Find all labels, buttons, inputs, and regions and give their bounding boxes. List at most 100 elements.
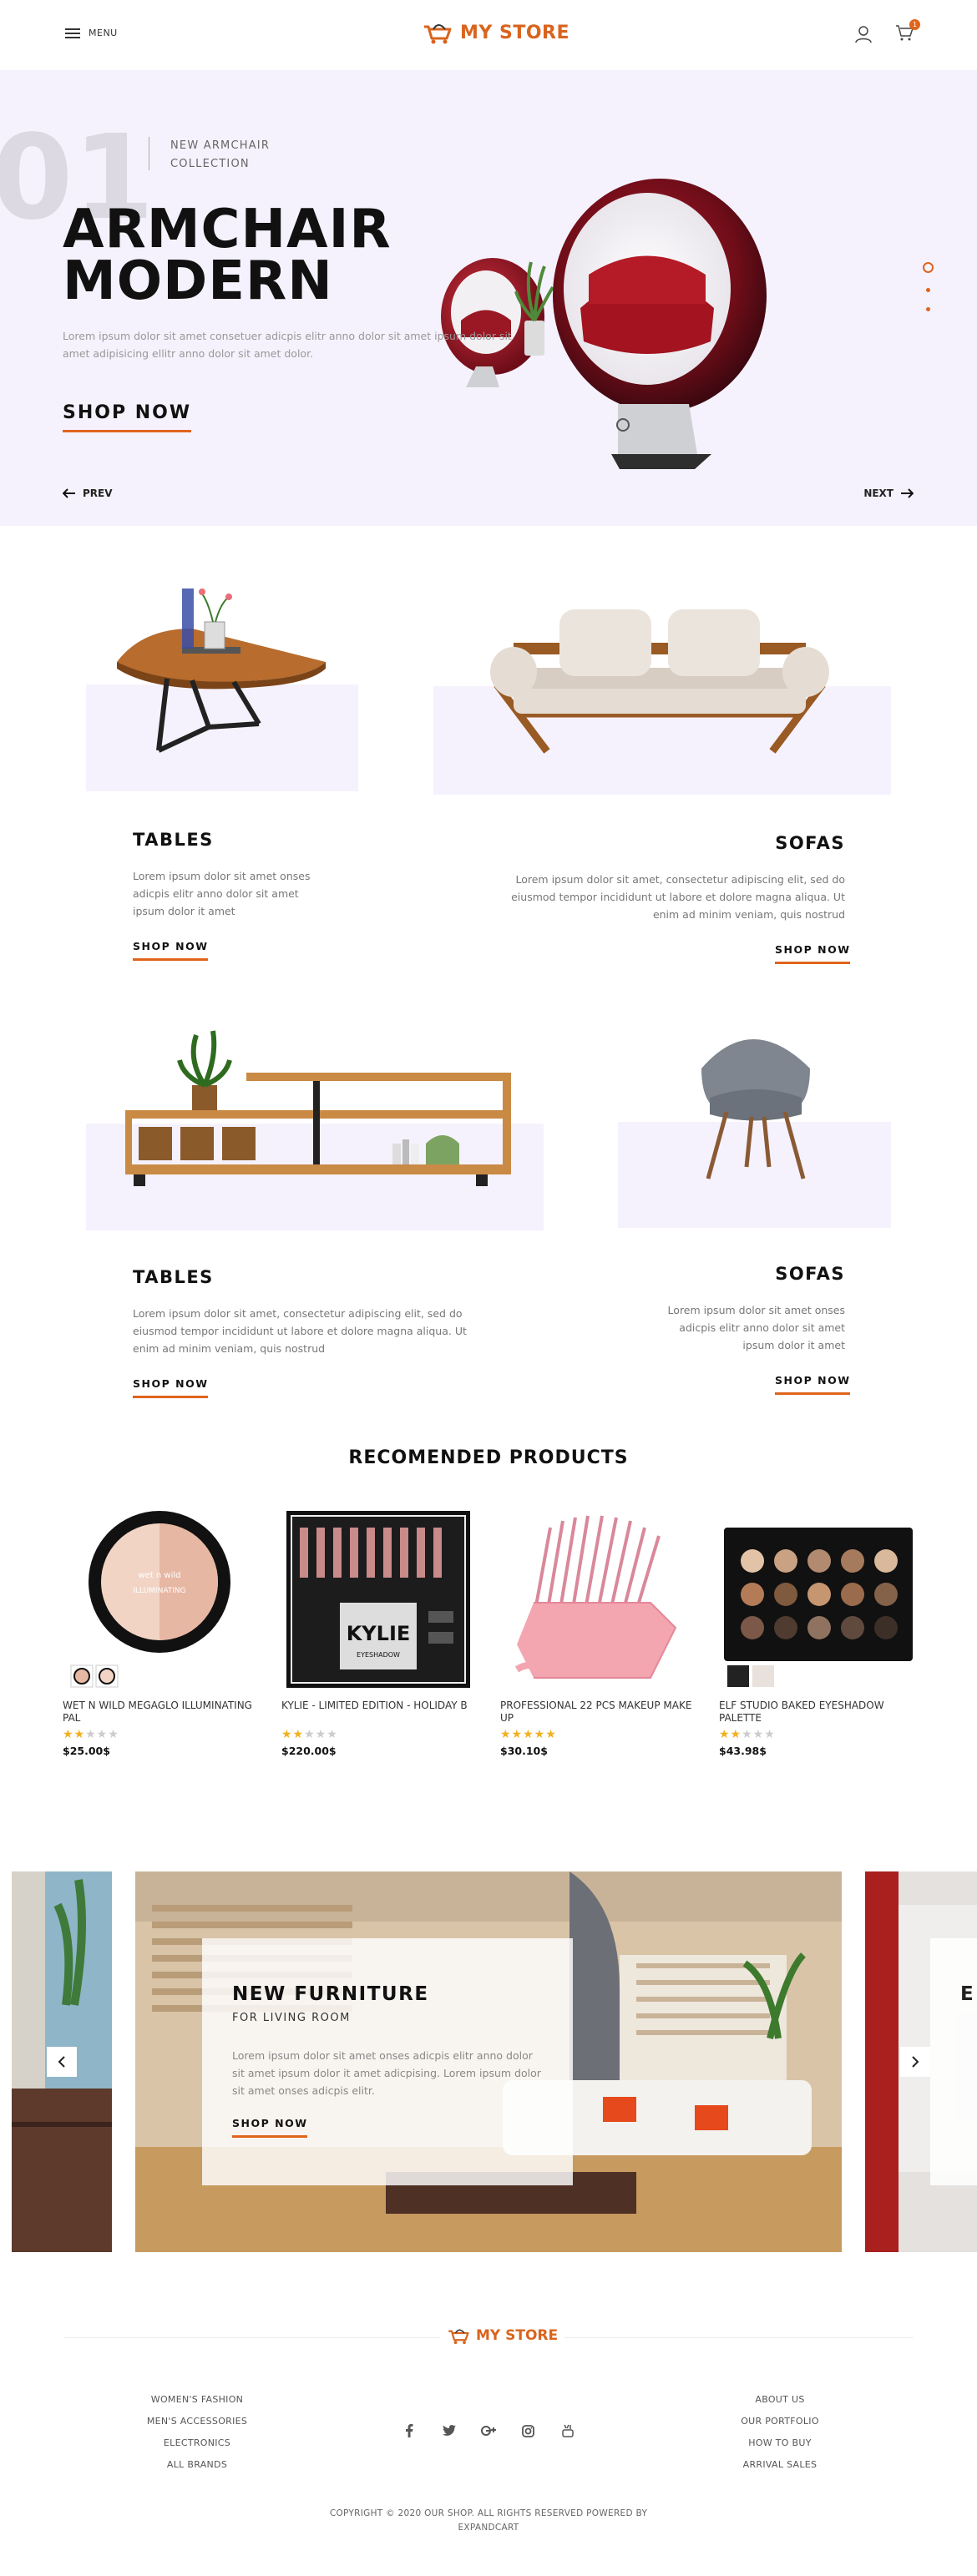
rating-stars: ★★★★★ bbox=[500, 1728, 557, 1741]
cart-logo-icon bbox=[448, 2329, 469, 2345]
rating-stars: ★★★★★ bbox=[63, 1728, 119, 1741]
social-links bbox=[401, 2422, 576, 2439]
product-price: $25.00$ bbox=[63, 1745, 110, 1757]
prev-label: PREV bbox=[83, 487, 113, 499]
product-card[interactable]: ELF STUDIO BAKED EYESHADOW PALETTE ★★★★★… bbox=[719, 1494, 913, 1757]
product-price: $43.98$ bbox=[719, 1745, 767, 1757]
product-image[interactable]: KYLIE EYESHADOW bbox=[281, 1494, 475, 1695]
copyright-line1: COPYRIGHT © 2020 OUR SHOP. ALL RIGHTS RE… bbox=[329, 2508, 648, 2518]
footer-link[interactable]: ABOUT US bbox=[696, 2389, 863, 2411]
cart-logo-icon bbox=[424, 24, 452, 44]
hero-next-button[interactable]: NEXT bbox=[863, 487, 914, 499]
rating-stars: ★★★★★ bbox=[281, 1728, 338, 1741]
slider-dot-1[interactable] bbox=[923, 262, 934, 273]
google-plus-icon[interactable] bbox=[480, 2422, 497, 2439]
product-name[interactable]: WET N WILD MEGAGLO ILLUMINATING PAL bbox=[63, 1700, 256, 1726]
slider-dot-3[interactable] bbox=[926, 307, 930, 311]
hero-title: ARMCHAIR MODERN bbox=[63, 199, 463, 312]
site-header: MENU MY STORE 1 bbox=[0, 0, 977, 70]
promo-subtitle: FOR LIVING ROOM bbox=[232, 2012, 351, 2024]
category-title: TABLES bbox=[133, 1267, 214, 1287]
package-text: KYLIE bbox=[347, 1622, 411, 1645]
instagram-icon[interactable] bbox=[520, 2422, 537, 2439]
brush-set-image bbox=[514, 1515, 677, 1679]
category-shop-now-link[interactable]: SHOP NOW bbox=[775, 1374, 851, 1395]
category-shop-now-link[interactable]: SHOP NOW bbox=[775, 943, 851, 964]
footer-link[interactable]: ELECTRONICS bbox=[114, 2432, 281, 2454]
kylie-palette-image: KYLIE EYESHADOW bbox=[286, 1511, 470, 1688]
menu-button[interactable]: MENU bbox=[65, 28, 118, 38]
product-image[interactable] bbox=[500, 1494, 694, 1695]
slider-dots bbox=[923, 262, 934, 311]
hero-title-line1: ARMCHAIR bbox=[63, 199, 392, 260]
user-icon[interactable] bbox=[855, 25, 872, 43]
promo-description: Lorem ipsum dolor sit amet onses adicpis… bbox=[232, 2049, 541, 2097]
sofa-image[interactable] bbox=[488, 601, 831, 760]
category-title: TABLES bbox=[133, 830, 214, 850]
promo-card: NEW FURNITURE FOR LIVING ROOM Lorem ipsu… bbox=[202, 1938, 573, 2185]
next-label: NEXT bbox=[863, 487, 893, 499]
category-description: Lorem ipsum dolor sit amet onses adicpis… bbox=[667, 1304, 845, 1351]
product-name[interactable]: ELF STUDIO BAKED EYESHADOW PALETTE bbox=[719, 1700, 913, 1726]
youtube-icon[interactable] bbox=[559, 2422, 576, 2439]
chair-image[interactable] bbox=[685, 1018, 827, 1185]
promo-title: NEW FURNITURE bbox=[232, 1983, 429, 2005]
promo-shop-now-link[interactable]: SHOP NOW bbox=[232, 2117, 308, 2138]
footer-link[interactable]: MEN'S ACCESSORIES bbox=[114, 2411, 281, 2432]
cart-button[interactable]: 1 bbox=[895, 19, 920, 45]
armchair-image bbox=[441, 179, 767, 469]
arrow-left-icon bbox=[63, 488, 75, 498]
footer-links-left: WOMEN'S FASHION MEN'S ACCESSORIES ELECTR… bbox=[114, 2389, 281, 2476]
footer-link[interactable]: OUR PORTFOLIO bbox=[696, 2411, 863, 2432]
copyright-text: COPYRIGHT © 2020 OUR SHOP. ALL RIGHTS RE… bbox=[321, 2507, 656, 2535]
hero-shop-now-link[interactable]: SHOP NOW bbox=[63, 402, 192, 432]
hero-title-line2: MODERN bbox=[63, 250, 333, 312]
footer-link[interactable]: WOMEN'S FASHION bbox=[114, 2389, 281, 2411]
product-card[interactable]: PROFESSIONAL 22 PCS MAKEUP MAKE UP ★★★★★… bbox=[500, 1494, 694, 1757]
category-title: SOFAS bbox=[775, 1264, 845, 1284]
illuminating-palette-image: wet n wild ILLUMINATING bbox=[70, 1511, 230, 1688]
slider-dot-2[interactable] bbox=[926, 288, 930, 292]
eyeshadow-palette-image bbox=[724, 1528, 913, 1687]
package-subtext: EYESHADOW bbox=[357, 1651, 400, 1659]
product-card[interactable]: wet n wild ILLUMINATING WET N WILD MEGAG… bbox=[63, 1494, 256, 1757]
chevron-left-icon bbox=[58, 2056, 65, 2068]
rating-stars: ★★★★★ bbox=[719, 1728, 776, 1741]
product-name[interactable]: KYLIE - LIMITED EDITION - HOLIDAY B bbox=[281, 1700, 475, 1726]
slider-prev-button[interactable] bbox=[47, 2047, 77, 2077]
twitter-icon[interactable] bbox=[441, 2422, 458, 2439]
facebook-icon[interactable] bbox=[401, 2422, 418, 2439]
current-slide: NEW FURNITURE FOR LIVING ROOM Lorem ipsu… bbox=[135, 1871, 842, 2252]
hero-subtitle-line1: NEW ARMCHAIR bbox=[170, 139, 271, 152]
svg-text:wet n wild: wet n wild bbox=[138, 1571, 180, 1580]
tv-stand-image[interactable] bbox=[117, 1018, 518, 1194]
product-price: $30.10$ bbox=[500, 1745, 548, 1757]
hero-subtitle: NEW ARMCHAIR COLLECTION bbox=[170, 137, 337, 174]
footer-link[interactable]: HOW TO BUY bbox=[696, 2432, 863, 2454]
coffee-table-image[interactable] bbox=[109, 572, 342, 755]
logo-text: MY STORE bbox=[460, 22, 570, 43]
menu-label: MENU bbox=[89, 28, 118, 38]
product-image[interactable]: wet n wild ILLUMINATING bbox=[63, 1494, 256, 1695]
hero-slider: 01 NEW ARMCHAIR COLLECTION ARMCHAIR MODE… bbox=[0, 70, 977, 526]
category-shop-now-link[interactable]: SHOP NOW bbox=[133, 940, 209, 961]
product-name[interactable]: PROFESSIONAL 22 PCS MAKEUP MAKE UP bbox=[500, 1700, 694, 1726]
footer-link[interactable]: ARRIVAL SALES bbox=[696, 2454, 863, 2476]
cart-count-badge: 1 bbox=[909, 19, 920, 30]
category-shop-now-link[interactable]: SHOP NOW bbox=[133, 1377, 209, 1398]
product-image[interactable] bbox=[719, 1494, 913, 1695]
store-logo[interactable]: MY STORE bbox=[422, 20, 569, 45]
category-description: Lorem ipsum dolor sit amet, consectetur … bbox=[511, 873, 845, 921]
footer-link[interactable]: ALL BRANDS bbox=[114, 2454, 281, 2476]
next-promo-card: E bbox=[930, 1938, 977, 2185]
product-card[interactable]: KYLIE EYESHADOW KYLIE - LIMITED EDITION … bbox=[281, 1494, 475, 1757]
hero-subtitle-line2: COLLECTION bbox=[170, 158, 250, 170]
category-title: SOFAS bbox=[775, 833, 845, 853]
footer-logo[interactable]: MY STORE bbox=[440, 2326, 565, 2346]
hero-prev-button[interactable]: PREV bbox=[63, 487, 113, 499]
section-title: RECOMENDED PRODUCTS bbox=[348, 1447, 629, 1468]
copyright-line2[interactable]: EXPANDCART bbox=[321, 2521, 656, 2535]
slider-next-button[interactable] bbox=[900, 2047, 930, 2077]
category-description: Lorem ipsum dolor sit amet onses adicpis… bbox=[133, 870, 311, 917]
svg-text:ILLUMINATING: ILLUMINATING bbox=[133, 1587, 185, 1595]
